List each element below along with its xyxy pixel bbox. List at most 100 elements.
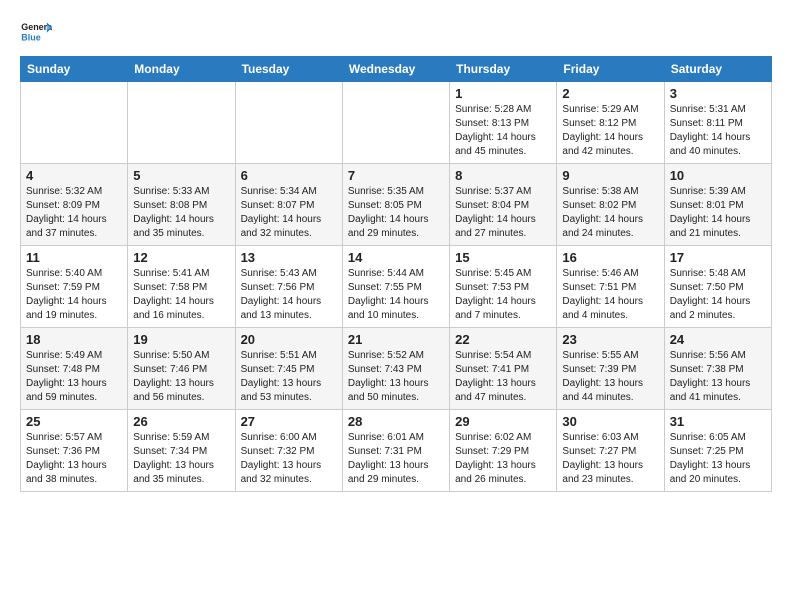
calendar-day-2: 2 Sunrise: 5:29 AMSunset: 8:12 PMDaylight… — [557, 82, 664, 164]
day-number: 7 — [348, 168, 444, 183]
day-info: Sunrise: 6:01 AMSunset: 7:31 PMDaylight:… — [348, 431, 444, 487]
calendar-empty-cell — [21, 82, 128, 164]
calendar-table: SundayMondayTuesdayWednesdayThursdayFrid… — [20, 56, 772, 492]
calendar-day-5: 5 Sunrise: 5:33 AMSunset: 8:08 PMDaylight… — [128, 164, 235, 246]
day-number: 5 — [133, 168, 229, 183]
day-number: 21 — [348, 332, 444, 347]
day-number: 6 — [241, 168, 337, 183]
day-number: 16 — [562, 250, 658, 265]
day-info: Sunrise: 6:05 AMSunset: 7:25 PMDaylight:… — [670, 431, 766, 487]
day-number: 31 — [670, 414, 766, 429]
calendar-header-friday: Friday — [557, 57, 664, 82]
calendar-day-20: 20Sunrise: 5:51 AMSunset: 7:45 PMDayligh… — [235, 328, 342, 410]
calendar-day-6: 6 Sunrise: 5:34 AMSunset: 8:07 PMDaylight… — [235, 164, 342, 246]
day-number: 3 — [670, 86, 766, 101]
day-info: Sunrise: 5:44 AMSunset: 7:55 PMDaylight:… — [348, 267, 444, 323]
calendar-day-8: 8 Sunrise: 5:37 AMSunset: 8:04 PMDaylight… — [450, 164, 557, 246]
day-info: Sunrise: 5:33 AMSunset: 8:08 PMDaylight:… — [133, 185, 229, 241]
calendar-week-3: 11 Sunrise: 5:40 AMSunset: 7:59 PMDayligh… — [21, 246, 772, 328]
calendar-day-10: 10 Sunrise: 5:39 AMSunset: 8:01 PMDayligh… — [664, 164, 771, 246]
calendar-day-24: 24 Sunrise: 5:56 AMSunset: 7:38 PMDayligh… — [664, 328, 771, 410]
calendar-day-7: 7 Sunrise: 5:35 AMSunset: 8:05 PMDaylight… — [342, 164, 449, 246]
calendar-day-31: 31 Sunrise: 6:05 AMSunset: 7:25 PMDayligh… — [664, 410, 771, 492]
calendar-day-30: 30 Sunrise: 6:03 AMSunset: 7:27 PMDayligh… — [557, 410, 664, 492]
day-info: Sunrise: 6:00 AMSunset: 7:32 PMDaylight:… — [241, 431, 337, 487]
day-number: 1 — [455, 86, 551, 101]
day-number: 24 — [670, 332, 766, 347]
day-number: 28 — [348, 414, 444, 429]
calendar-day-21: 21 Sunrise: 5:52 AMSunset: 7:43 PMDayligh… — [342, 328, 449, 410]
calendar-week-1: 1 Sunrise: 5:28 AMSunset: 8:13 PMDaylight… — [21, 82, 772, 164]
day-info: Sunrise: 6:03 AMSunset: 7:27 PMDaylight:… — [562, 431, 658, 487]
day-info: Sunrise: 5:37 AMSunset: 8:04 PMDaylight:… — [455, 185, 551, 241]
day-info: Sunrise: 5:39 AMSunset: 8:01 PMDaylight:… — [670, 185, 766, 241]
day-info: Sunrise: 5:49 AMSunset: 7:48 PMDaylight:… — [26, 349, 122, 405]
generalblue-logo-icon: General Blue — [20, 16, 52, 48]
calendar-day-17: 17 Sunrise: 5:48 AMSunset: 7:50 PMDayligh… — [664, 246, 771, 328]
calendar-day-16: 16 Sunrise: 5:46 AMSunset: 7:51 PMDayligh… — [557, 246, 664, 328]
calendar-day-14: 14 Sunrise: 5:44 AMSunset: 7:55 PMDayligh… — [342, 246, 449, 328]
day-number: 11 — [26, 250, 122, 265]
day-number: 13 — [241, 250, 337, 265]
day-info: Sunrise: 5:29 AMSunset: 8:12 PMDaylight:… — [562, 103, 658, 159]
day-info: Sunrise: 5:59 AMSunset: 7:34 PMDaylight:… — [133, 431, 229, 487]
calendar-week-2: 4Sunrise: 5:32 AMSunset: 8:09 PMDaylight… — [21, 164, 772, 246]
day-number: 18 — [26, 332, 122, 347]
page: General Blue SundayMondayTuesdayWednesda… — [0, 0, 792, 508]
day-info: Sunrise: 5:28 AMSunset: 8:13 PMDaylight:… — [455, 103, 551, 159]
calendar-week-5: 25Sunrise: 5:57 AMSunset: 7:36 PMDayligh… — [21, 410, 772, 492]
calendar-day-12: 12 Sunrise: 5:41 AMSunset: 7:58 PMDayligh… — [128, 246, 235, 328]
day-number: 30 — [562, 414, 658, 429]
day-info: Sunrise: 5:34 AMSunset: 8:07 PMDaylight:… — [241, 185, 337, 241]
day-info: Sunrise: 5:50 AMSunset: 7:46 PMDaylight:… — [133, 349, 229, 405]
day-number: 25 — [26, 414, 122, 429]
calendar-week-4: 18 Sunrise: 5:49 AMSunset: 7:48 PMDayligh… — [21, 328, 772, 410]
calendar-empty-cell — [128, 82, 235, 164]
calendar-header-monday: Monday — [128, 57, 235, 82]
day-info: Sunrise: 5:52 AMSunset: 7:43 PMDaylight:… — [348, 349, 444, 405]
calendar-day-11: 11 Sunrise: 5:40 AMSunset: 7:59 PMDayligh… — [21, 246, 128, 328]
day-number: 8 — [455, 168, 551, 183]
calendar-day-9: 9 Sunrise: 5:38 AMSunset: 8:02 PMDaylight… — [557, 164, 664, 246]
day-info: Sunrise: 6:02 AMSunset: 7:29 PMDaylight:… — [455, 431, 551, 487]
day-number: 12 — [133, 250, 229, 265]
day-number: 10 — [670, 168, 766, 183]
day-info: Sunrise: 5:48 AMSunset: 7:50 PMDaylight:… — [670, 267, 766, 323]
calendar-day-18: 18 Sunrise: 5:49 AMSunset: 7:48 PMDayligh… — [21, 328, 128, 410]
calendar-header-row: SundayMondayTuesdayWednesdayThursdayFrid… — [21, 57, 772, 82]
day-info: Sunrise: 5:38 AMSunset: 8:02 PMDaylight:… — [562, 185, 658, 241]
day-info: Sunrise: 5:31 AMSunset: 8:11 PMDaylight:… — [670, 103, 766, 159]
day-info: Sunrise: 5:45 AMSunset: 7:53 PMDaylight:… — [455, 267, 551, 323]
calendar-day-15: 15 Sunrise: 5:45 AMSunset: 7:53 PMDayligh… — [450, 246, 557, 328]
day-info: Sunrise: 5:54 AMSunset: 7:41 PMDaylight:… — [455, 349, 551, 405]
day-info: Sunrise: 5:55 AMSunset: 7:39 PMDaylight:… — [562, 349, 658, 405]
calendar-header-thursday: Thursday — [450, 57, 557, 82]
calendar-day-13: 13 Sunrise: 5:43 AMSunset: 7:56 PMDayligh… — [235, 246, 342, 328]
day-info: Sunrise: 5:46 AMSunset: 7:51 PMDaylight:… — [562, 267, 658, 323]
day-info: Sunrise: 5:32 AMSunset: 8:09 PMDaylight:… — [26, 185, 122, 241]
day-info: Sunrise: 5:35 AMSunset: 8:05 PMDaylight:… — [348, 185, 444, 241]
day-number: 9 — [562, 168, 658, 183]
calendar-day-28: 28 Sunrise: 6:01 AMSunset: 7:31 PMDayligh… — [342, 410, 449, 492]
day-number: 20 — [241, 332, 337, 347]
day-number: 2 — [562, 86, 658, 101]
calendar-day-29: 29 Sunrise: 6:02 AMSunset: 7:29 PMDayligh… — [450, 410, 557, 492]
calendar-header-tuesday: Tuesday — [235, 57, 342, 82]
day-info: Sunrise: 5:56 AMSunset: 7:38 PMDaylight:… — [670, 349, 766, 405]
header: General Blue — [20, 16, 772, 48]
calendar-day-26: 26Sunrise: 5:59 AMSunset: 7:34 PMDayligh… — [128, 410, 235, 492]
day-number: 17 — [670, 250, 766, 265]
calendar-empty-cell — [342, 82, 449, 164]
calendar-day-4: 4Sunrise: 5:32 AMSunset: 8:09 PMDaylight… — [21, 164, 128, 246]
day-number: 27 — [241, 414, 337, 429]
day-number: 29 — [455, 414, 551, 429]
day-number: 15 — [455, 250, 551, 265]
day-info: Sunrise: 5:43 AMSunset: 7:56 PMDaylight:… — [241, 267, 337, 323]
day-number: 14 — [348, 250, 444, 265]
calendar-header-sunday: Sunday — [21, 57, 128, 82]
calendar-day-3: 3 Sunrise: 5:31 AMSunset: 8:11 PMDaylight… — [664, 82, 771, 164]
day-info: Sunrise: 5:40 AMSunset: 7:59 PMDaylight:… — [26, 267, 122, 323]
calendar-empty-cell — [235, 82, 342, 164]
day-info: Sunrise: 5:41 AMSunset: 7:58 PMDaylight:… — [133, 267, 229, 323]
svg-text:Blue: Blue — [21, 32, 40, 42]
